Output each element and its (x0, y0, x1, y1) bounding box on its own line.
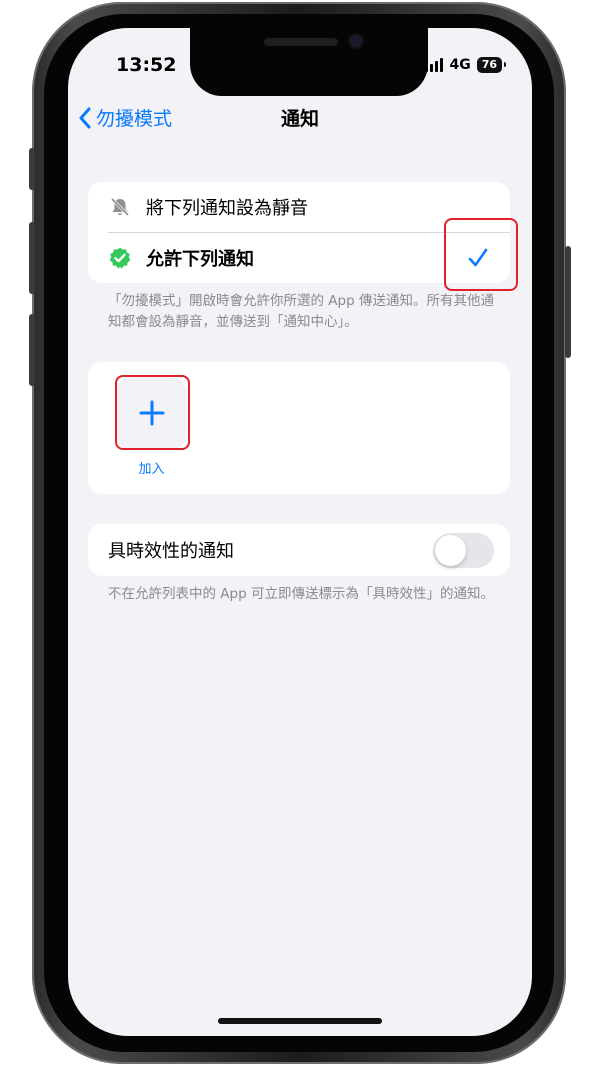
chevron-left-icon (79, 107, 91, 128)
time-sensitive-row: 具時效性的通知 (88, 524, 510, 576)
front-camera (350, 35, 362, 47)
signal-icon (425, 58, 444, 72)
time-sensitive-toggle[interactable] (433, 533, 494, 568)
time-sensitive-label: 具時效性的通知 (108, 541, 234, 562)
speaker-grille (264, 38, 338, 46)
side-button-left-3 (29, 314, 35, 386)
add-button-highlight-box (115, 375, 190, 450)
time-sensitive-footnote: 不在允許列表中的 App 可立即傳送標示為「具時效性」的通知。 (108, 586, 494, 602)
side-button-right (565, 246, 571, 358)
phone-screen: 13:52 4G 76 勿擾模式 通知 將下列通知設為靜音 允許下列通知 「勿擾… (68, 28, 532, 1036)
back-label: 勿擾模式 (96, 108, 173, 130)
notch (190, 28, 428, 96)
network-type: 4G (449, 57, 471, 73)
silence-option-label: 將下列通知設為靜音 (146, 198, 308, 219)
side-button-left-2 (29, 222, 35, 294)
bell-slash-icon (108, 195, 132, 219)
status-time: 13:52 (116, 54, 177, 76)
home-indicator[interactable] (218, 1018, 382, 1024)
allow-option-label: 允許下列通知 (146, 249, 254, 270)
toggle-knob (435, 535, 466, 566)
status-indicators: 4G 76 (425, 57, 507, 73)
time-sensitive-card: 具時效性的通知 (88, 524, 510, 576)
checkmark-highlight-box (444, 218, 518, 291)
back-button[interactable]: 勿擾模式 (78, 104, 172, 131)
add-app-label[interactable]: 加入 (116, 458, 187, 477)
mode-footnote: 「勿擾模式」開啟時會允許你所選的 App 傳送通知。所有其他通知都會設為靜音，並… (108, 293, 494, 330)
battery-icon: 76 (476, 57, 507, 73)
side-button-left-1 (29, 148, 35, 190)
verified-badge-icon (108, 246, 132, 270)
